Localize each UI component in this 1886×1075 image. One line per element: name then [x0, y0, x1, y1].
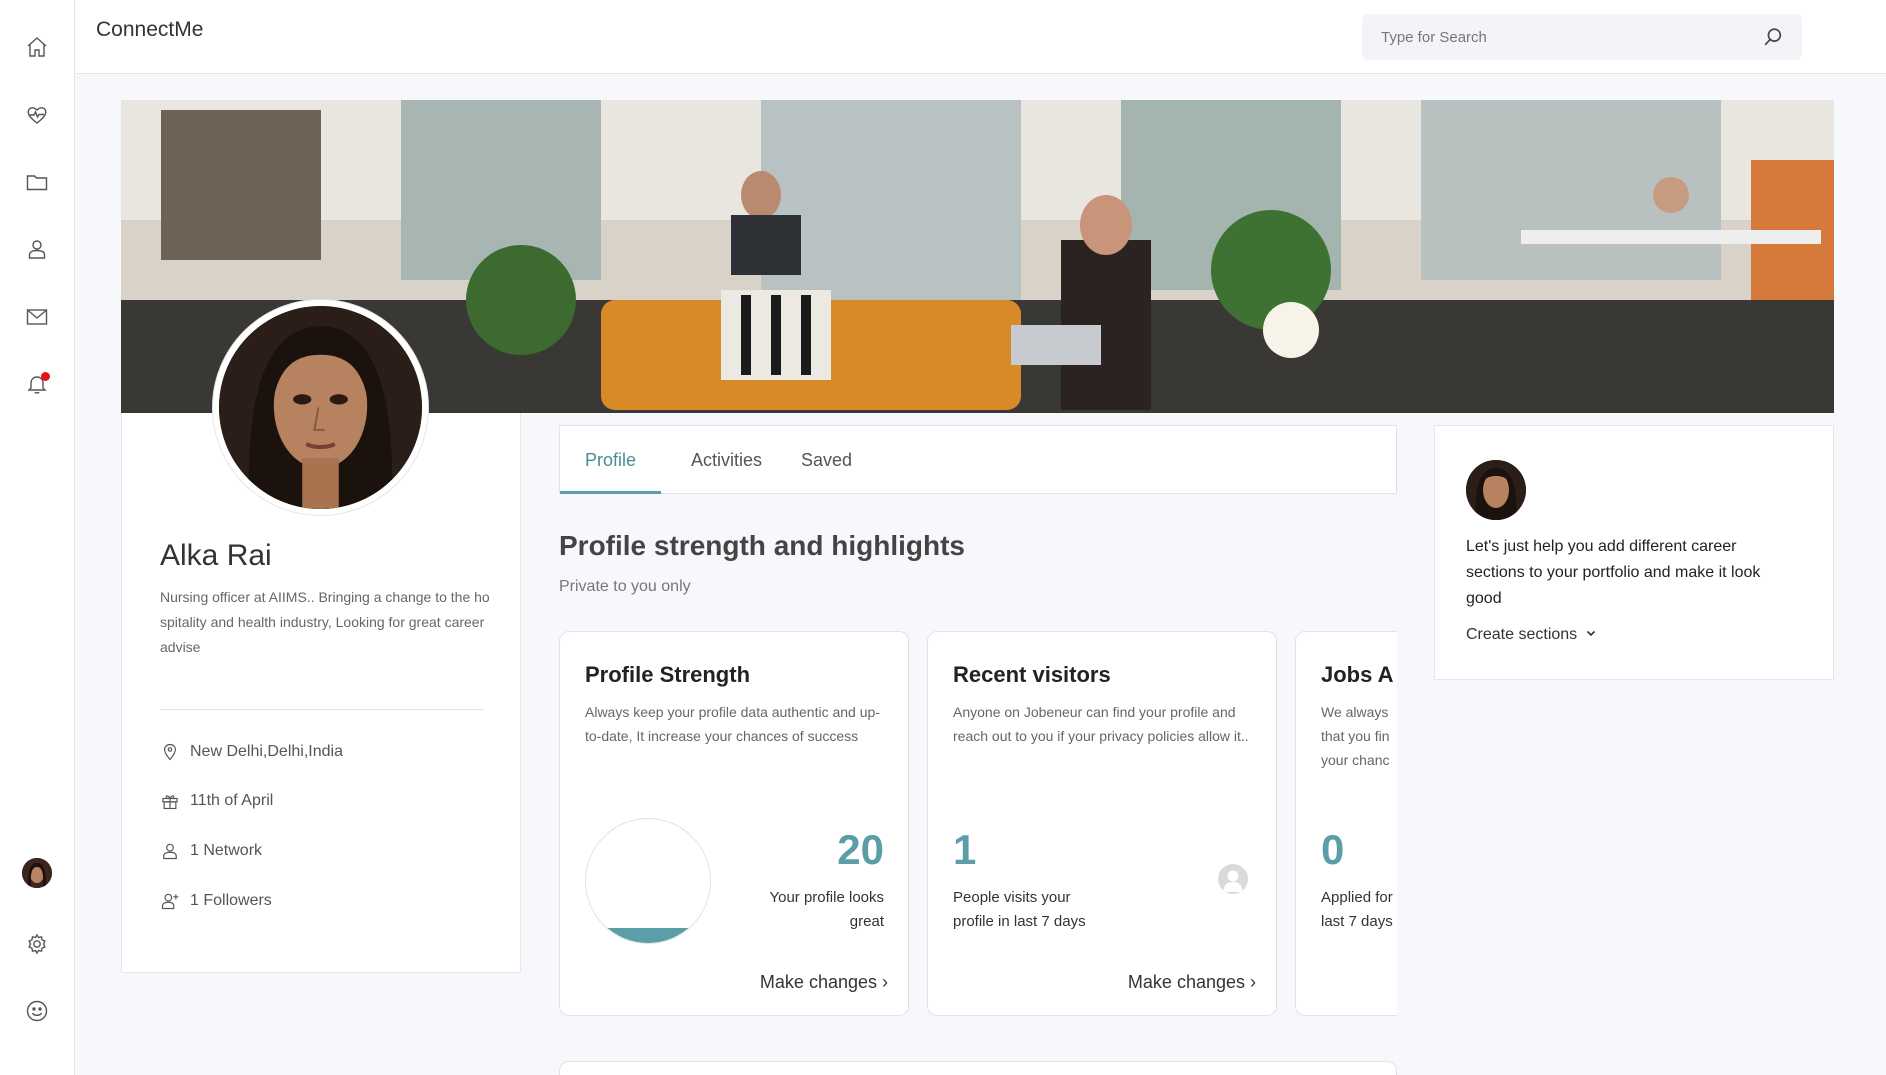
card-title: Recent visitors [953, 662, 1111, 687]
help-text: Let's just help you add different career… [1466, 538, 1761, 607]
tab-activities[interactable]: Activities [666, 426, 787, 494]
profile-name: Alka Rai [160, 539, 272, 572]
search-bar [1362, 14, 1802, 60]
divider [160, 709, 484, 710]
jobs-applied-card: Jobs A We always that you fin your chanc… [1295, 631, 1397, 1016]
create-sections-dropdown[interactable]: Create sections [1466, 626, 1597, 644]
location-text: New Delhi,Delhi,India [190, 743, 343, 760]
profile-avatar[interactable] [213, 300, 428, 515]
card-title: Profile Strength [585, 662, 751, 687]
recent-visitors-card: Recent visitors Anyone on Jobeneur can f… [927, 631, 1277, 1016]
network-text: 1 Network [190, 842, 263, 859]
tab-profile[interactable]: Profile [560, 426, 662, 494]
gear-icon[interactable] [22, 929, 52, 959]
profile-location: New Delhi,Delhi,India [160, 742, 343, 762]
next-section-card [559, 1061, 1397, 1075]
visitors-caption: People visits your profile in last 7 day… [953, 889, 1086, 930]
top-bar: ConnectMe [76, 0, 1886, 74]
create-sections-label: Create sections [1466, 626, 1578, 643]
app-brand[interactable]: ConnectMe [96, 18, 203, 42]
highlight-cards: Profile Strength Always keep your profil… [559, 631, 1397, 1017]
card-description: Always keep your profile data authentic … [585, 704, 880, 744]
avatar[interactable] [22, 858, 52, 888]
card-description: Anyone on Jobeneur can find your profile… [953, 704, 1249, 744]
followers-text: 1 Followers [190, 892, 272, 909]
bell-icon[interactable] [22, 369, 52, 399]
profile-tabs: Profile Activities Saved [559, 425, 1397, 494]
heart-pulse-icon[interactable] [22, 100, 52, 130]
chevron-down-icon [1577, 626, 1597, 644]
profile-bio: Nursing officer at AIIMS.. Bringing a ch… [160, 589, 490, 655]
jobs-value: 0 [1321, 826, 1345, 873]
section-subtitle: Private to you only [559, 578, 691, 595]
add-user-icon [160, 891, 180, 911]
strength-gauge [585, 818, 711, 944]
make-changes-label: Make changes [1127, 972, 1245, 992]
make-changes-link[interactable]: Make changes › [760, 972, 888, 993]
left-nav-rail [0, 0, 75, 1075]
home-icon[interactable] [22, 32, 52, 62]
birthday-text: 11th of April [190, 792, 274, 809]
gift-icon [160, 791, 180, 811]
notification-badge [41, 372, 50, 381]
search-icon[interactable] [1762, 26, 1784, 48]
user-icon[interactable] [22, 234, 52, 264]
user-icon [160, 841, 180, 861]
strength-value: 20 [837, 826, 884, 873]
search-input[interactable] [1362, 14, 1742, 60]
profile-strength-card: Profile Strength Always keep your profil… [559, 631, 909, 1016]
make-changes-link[interactable]: Make changes › [1128, 972, 1256, 993]
location-pin-icon [160, 742, 180, 762]
strength-caption: Your profile looks great [769, 889, 884, 930]
make-changes-label: Make changes [759, 972, 877, 992]
avatar [1466, 460, 1526, 520]
section-title: Profile strength and highlights [559, 530, 965, 561]
profile-network[interactable]: 1 Network [160, 841, 262, 861]
smiley-icon[interactable] [22, 996, 52, 1026]
tab-saved[interactable]: Saved [776, 426, 877, 494]
visitors-value: 1 [953, 826, 977, 873]
career-sections-card: Let's just help you add different career… [1434, 425, 1834, 680]
profile-followers[interactable]: 1 Followers [160, 891, 272, 911]
jobs-caption: Applied for last 7 days [1321, 889, 1393, 930]
folder-icon[interactable] [22, 167, 52, 197]
strength-gauge-fill [586, 928, 710, 943]
card-title: Jobs A [1321, 662, 1394, 687]
visitor-avatar-icon[interactable] [1218, 864, 1248, 894]
profile-birthday: 11th of April [160, 791, 273, 811]
mail-icon[interactable] [22, 302, 52, 332]
card-description: We always that you fin your chanc [1321, 704, 1390, 768]
